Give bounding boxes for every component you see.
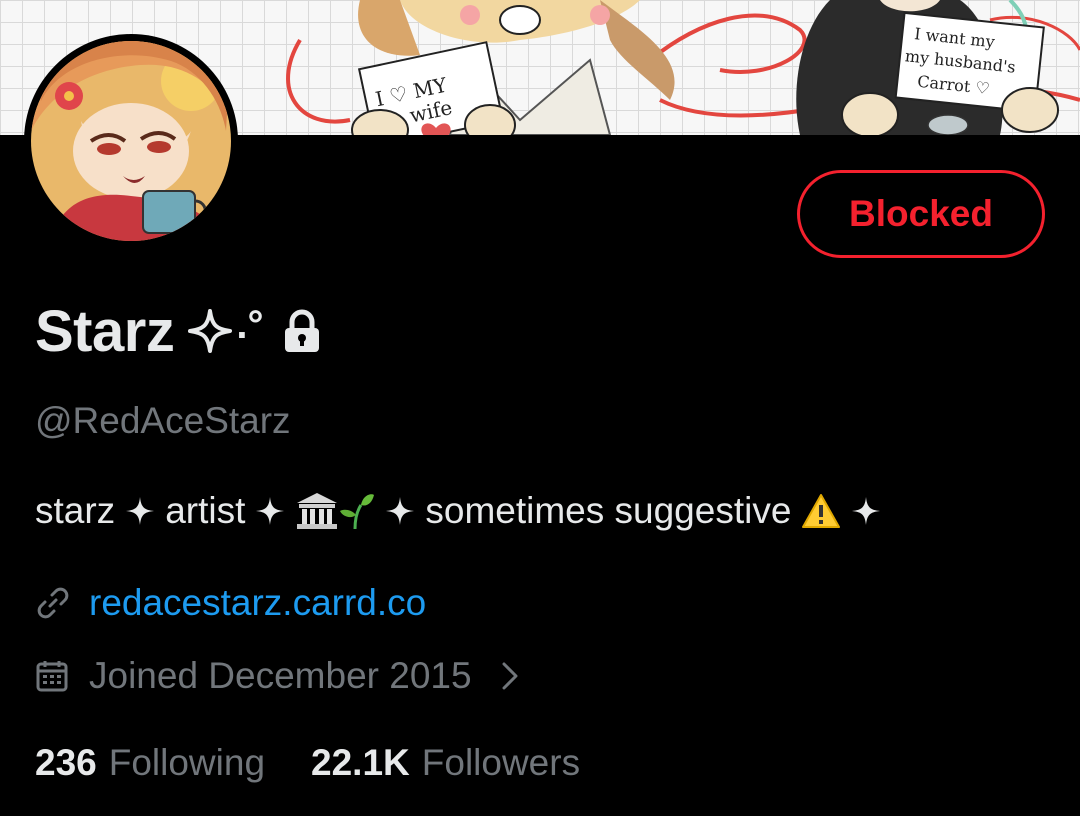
display-name-row: Starz .° xyxy=(35,296,321,366)
followers-label: Followers xyxy=(421,742,581,783)
profile-handle: @RedAceStarz xyxy=(35,400,291,441)
sparkle-icon xyxy=(256,497,285,525)
followers-count: 22.1K xyxy=(311,742,410,783)
following-label: Following xyxy=(108,742,266,783)
followers-link[interactable]: 22.1K Followers xyxy=(311,742,580,784)
sparkle-icon xyxy=(386,497,415,525)
sparkle-icon xyxy=(126,497,155,525)
lock-icon xyxy=(283,309,321,353)
classical-building-icon xyxy=(297,493,338,529)
bio-word-artist: artist xyxy=(165,490,246,531)
joined-date-row[interactable]: Joined December 2015 xyxy=(35,655,520,697)
name-decoration-text: .° xyxy=(236,302,264,347)
warning-icon xyxy=(801,493,841,529)
blocked-button-label: Blocked xyxy=(849,193,993,234)
profile-bio: starz artist sometimes suggestive xyxy=(35,490,881,532)
following-link[interactable]: 236 Following xyxy=(35,742,265,784)
following-count: 236 xyxy=(35,742,97,783)
website-row: redacestarz.carrd.co xyxy=(35,582,426,624)
calendar-icon xyxy=(36,661,68,692)
chevron-right-icon xyxy=(500,660,520,692)
name-decoration: .° xyxy=(188,303,263,353)
seedling-icon xyxy=(340,494,375,530)
bio-word-starz: starz xyxy=(35,490,116,531)
joined-date: Joined December 2015 xyxy=(89,655,472,696)
sparkle-icon xyxy=(188,309,233,353)
avatar[interactable] xyxy=(24,34,238,248)
bio-text-suggestive: sometimes suggestive xyxy=(425,490,792,531)
sparkle-icon xyxy=(852,497,881,525)
link-icon xyxy=(37,587,69,619)
display-name: Starz xyxy=(35,298,175,364)
avatar-image xyxy=(31,41,231,241)
blocked-button[interactable]: Blocked xyxy=(797,170,1045,258)
follow-stats: 236 Following 22.1K Followers xyxy=(35,742,580,784)
website-link[interactable]: redacestarz.carrd.co xyxy=(89,582,426,624)
